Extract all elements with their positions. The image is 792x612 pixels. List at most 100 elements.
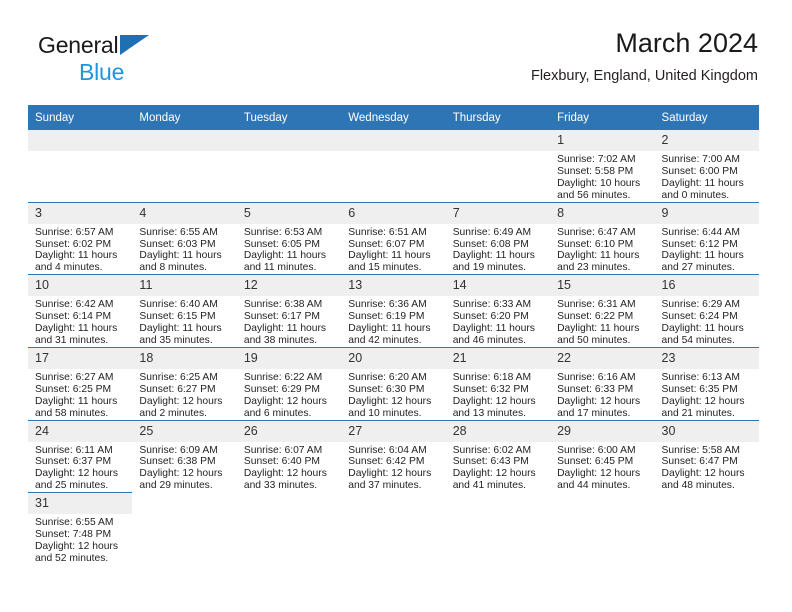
general-blue-logo[interactable]: General Blue — [38, 34, 248, 90]
sunset-text: Sunset: 6:43 PM — [452, 456, 529, 468]
calendar-day-cell[interactable]: 10 Sunrise: 6:42 AM Sunset: 6:14 PM Dayligh… — [28, 274, 133, 348]
day-details: Sunrise: 6:25 AM Sunset: 6:27 PM Daylight:… — [132, 369, 236, 420]
day-details — [550, 514, 654, 517]
calendar-day-cell[interactable]: 4 Sunrise: 6:55 AM Sunset: 6:03 PM Daylight… — [132, 201, 237, 275]
sunset-text: Sunset: 6:37 PM — [35, 456, 112, 468]
calendar-day-cell[interactable]: 28 Sunrise: 6:02 AM Sunset: 6:43 PM Dayligh… — [445, 419, 551, 493]
daylight-text-line2: and 4 minutes. — [35, 262, 103, 274]
sunrise-text: Sunrise: 6:07 AM — [243, 444, 323, 456]
day-number — [445, 130, 551, 151]
calendar-day-cell[interactable]: 30 Sunrise: 5:58 AM Sunset: 6:47 PM Dayligh… — [654, 419, 759, 493]
calendar-day-cell[interactable]: 20 Sunrise: 6:20 AM Sunset: 6:30 PM Dayligh… — [341, 346, 446, 420]
day-number: 11 — [132, 275, 237, 297]
calendar-day-cell[interactable]: 21 Sunrise: 6:18 AM Sunset: 6:32 PM Dayligh… — [445, 346, 551, 420]
daylight-text-line2: and 6 minutes. — [243, 407, 312, 419]
day-number: 19 — [236, 347, 342, 369]
calendar-day-cell[interactable]: 2 Sunrise: 7:00 AM Sunset: 6:00 PM Daylight… — [654, 130, 759, 202]
day-details: Sunrise: 6:33 AM Sunset: 6:20 PM Daylight:… — [446, 296, 550, 347]
day-number: 24 — [28, 420, 133, 442]
day-number: 31 — [28, 493, 133, 515]
sunset-text: Sunset: 6:24 PM — [661, 311, 738, 323]
sunset-text: Sunset: 6:08 PM — [452, 238, 529, 250]
sunrise-text: Sunrise: 6:44 AM — [661, 226, 740, 238]
day-number: 21 — [445, 347, 551, 369]
sunset-text: Sunset: 6:10 PM — [557, 238, 634, 250]
sunset-text: Sunset: 6:14 PM — [35, 311, 112, 323]
day-details: Sunrise: 6:27 AM Sunset: 6:25 PM Daylight:… — [28, 369, 132, 420]
daylight-text-line2: and 21 minutes. — [661, 407, 735, 419]
day-number — [132, 493, 236, 514]
daylight-text-line1: Daylight: 11 hours — [661, 177, 744, 189]
calendar-day-cell[interactable]: 1 Sunrise: 7:02 AM Sunset: 5:58 PM Daylight… — [550, 130, 655, 202]
calendar-day-cell[interactable]: 6 Sunrise: 6:51 AM Sunset: 6:07 PM Daylight… — [341, 201, 446, 275]
sunset-text: Sunset: 6:22 PM — [557, 311, 634, 323]
daylight-text-line1: Daylight: 11 hours — [557, 323, 640, 335]
calendar-day-cell[interactable]: 9 Sunrise: 6:44 AM Sunset: 6:12 PM Daylight… — [654, 201, 759, 275]
day-number — [655, 493, 759, 514]
calendar-day-cell[interactable]: 16 Sunrise: 6:29 AM Sunset: 6:24 PM Dayligh… — [654, 274, 759, 348]
calendar-table: Sunday Monday Tuesday Wednesday Thursday… — [28, 105, 759, 565]
daylight-text-line2: and 41 minutes. — [452, 480, 526, 492]
sunset-text: Sunset: 6:07 PM — [348, 238, 425, 250]
calendar-cell-empty — [550, 493, 654, 565]
sunrise-text: Sunrise: 7:02 AM — [557, 154, 636, 165]
sunset-text: Sunset: 6:12 PM — [661, 238, 738, 250]
calendar-day-cell[interactable]: 31 Sunrise: 6:55 AM Sunset: 7:48 PM Dayligh… — [28, 492, 133, 565]
day-number: 4 — [132, 202, 237, 224]
sunrise-text: Sunrise: 6:40 AM — [139, 299, 218, 311]
calendar-day-cell[interactable]: 24 Sunrise: 6:11 AM Sunset: 6:37 PM Dayligh… — [28, 419, 133, 493]
calendar-day-cell[interactable]: 29 Sunrise: 6:00 AM Sunset: 6:45 PM Dayligh… — [550, 419, 655, 493]
calendar-day-cell[interactable]: 22 Sunrise: 6:16 AM Sunset: 6:33 PM Dayligh… — [550, 346, 655, 420]
calendar-day-cell[interactable]: 8 Sunrise: 6:47 AM Sunset: 6:10 PM Daylight… — [550, 201, 655, 275]
day-details: Sunrise: 6:09 AM Sunset: 6:38 PM Daylight:… — [132, 442, 236, 493]
sunrise-text: Sunrise: 6:51 AM — [348, 226, 427, 238]
calendar-day-cell[interactable]: 7 Sunrise: 6:49 AM Sunset: 6:08 PM Daylight… — [445, 201, 551, 275]
logo-triangle-icon — [120, 35, 149, 55]
calendar-day-cell[interactable]: 15 Sunrise: 6:31 AM Sunset: 6:22 PM Dayligh… — [550, 274, 655, 348]
calendar-day-cell[interactable]: 27 Sunrise: 6:04 AM Sunset: 6:42 PM Dayligh… — [341, 419, 446, 493]
calendar-day-cell[interactable]: 3 Sunrise: 6:57 AM Sunset: 6:02 PM Daylight… — [28, 201, 133, 275]
day-number: 6 — [341, 202, 446, 224]
sunset-text: Sunset: 6:20 PM — [452, 311, 529, 323]
day-number: 12 — [236, 275, 342, 297]
sunrise-text: Sunrise: 6:27 AM — [35, 371, 114, 383]
sunrise-text: Sunrise: 6:04 AM — [348, 444, 427, 456]
calendar-day-cell[interactable]: 14 Sunrise: 6:33 AM Sunset: 6:20 PM Dayligh… — [445, 274, 551, 348]
page-title: March 2024 — [615, 28, 758, 58]
day-number: 26 — [236, 420, 342, 442]
daylight-text-line2: and 19 minutes. — [452, 262, 526, 274]
calendar-day-cell[interactable]: 13 Sunrise: 6:36 AM Sunset: 6:19 PM Dayligh… — [341, 274, 446, 348]
calendar-day-cell[interactable]: 12 Sunrise: 6:38 AM Sunset: 6:17 PM Dayligh… — [236, 274, 342, 348]
daylight-text-line1: Daylight: 12 hours — [35, 468, 118, 480]
day-details: Sunrise: 6:42 AM Sunset: 6:14 PM Daylight:… — [28, 296, 132, 347]
day-details: Sunrise: 6:13 AM Sunset: 6:35 PM Daylight:… — [655, 369, 759, 420]
calendar-week-row: 17 Sunrise: 6:27 AM Sunset: 6:25 PM Dayligh… — [28, 346, 759, 420]
daylight-text-line2: and 25 minutes. — [35, 480, 109, 492]
day-number: 27 — [341, 420, 446, 442]
calendar-day-cell[interactable]: 18 Sunrise: 6:25 AM Sunset: 6:27 PM Dayligh… — [132, 346, 237, 420]
daylight-text-line1: Daylight: 11 hours — [243, 323, 327, 335]
calendar-day-cell[interactable]: 23 Sunrise: 6:13 AM Sunset: 6:35 PM Dayligh… — [654, 346, 759, 420]
calendar-day-cell[interactable]: 19 Sunrise: 6:22 AM Sunset: 6:29 PM Dayligh… — [236, 346, 342, 420]
calendar-day-cell[interactable]: 26 Sunrise: 6:07 AM Sunset: 6:40 PM Dayligh… — [236, 419, 342, 493]
sunrise-text: Sunrise: 6:49 AM — [452, 226, 532, 238]
calendar-day-cell[interactable]: 25 Sunrise: 6:09 AM Sunset: 6:38 PM Dayligh… — [132, 419, 237, 493]
daylight-text-line2: and 54 minutes. — [661, 334, 735, 346]
calendar-day-cell[interactable]: 5 Sunrise: 6:53 AM Sunset: 6:05 PM Daylight… — [236, 201, 342, 275]
day-number: 29 — [550, 420, 655, 442]
day-number: 15 — [550, 275, 655, 297]
daylight-text-line2: and 33 minutes. — [243, 480, 318, 492]
daylight-text-line1: Daylight: 12 hours — [348, 395, 432, 407]
daylight-text-line2: and 52 minutes. — [35, 552, 109, 564]
sunset-text: Sunset: 6:38 PM — [139, 456, 216, 468]
daylight-text-line1: Daylight: 11 hours — [557, 250, 640, 262]
calendar-day-cell[interactable]: 17 Sunrise: 6:27 AM Sunset: 6:25 PM Dayligh… — [28, 346, 133, 420]
daylight-text-line2: and 37 minutes. — [348, 480, 422, 492]
day-details: Sunrise: 6:47 AM Sunset: 6:10 PM Daylight:… — [550, 224, 654, 275]
sunrise-text: Sunrise: 6:55 AM — [35, 517, 114, 529]
calendar-day-cell[interactable]: 11 Sunrise: 6:40 AM Sunset: 6:15 PM Dayligh… — [132, 274, 237, 348]
daylight-text-line2: and 46 minutes. — [452, 334, 526, 346]
day-number — [446, 493, 550, 514]
sunrise-text: Sunrise: 6:13 AM — [661, 371, 740, 383]
day-number: 1 — [550, 130, 655, 151]
